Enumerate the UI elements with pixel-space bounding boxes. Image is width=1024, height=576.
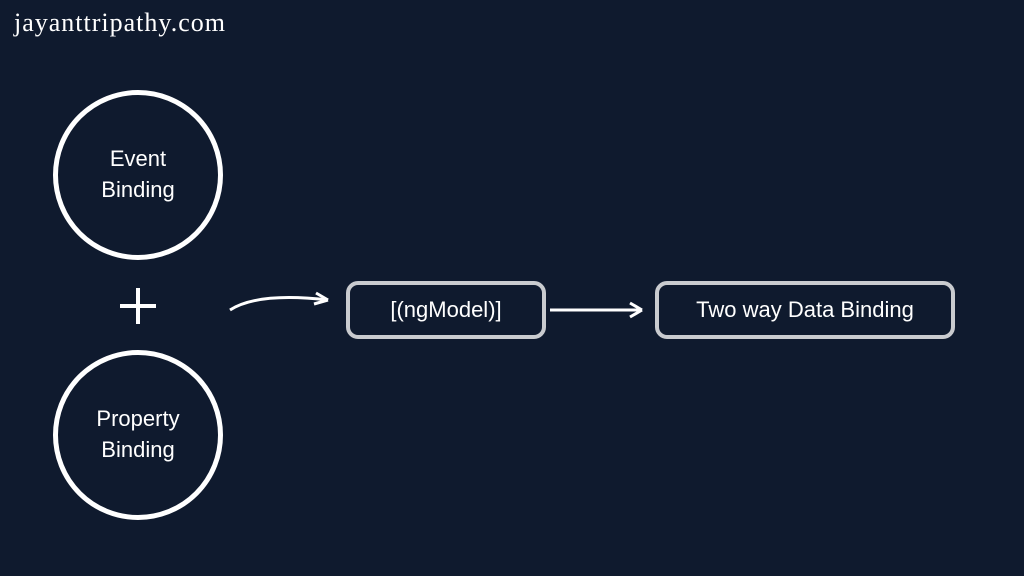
property-binding-line1: Property: [96, 404, 179, 435]
watermark-text: jayanttripathy.com: [14, 8, 226, 38]
event-binding-circle: Event Binding: [53, 90, 223, 260]
arrow-to-twoway: [548, 298, 658, 322]
arrow-to-ngmodel: [228, 280, 348, 320]
property-binding-line2: Binding: [101, 435, 174, 466]
event-binding-line1: Event: [110, 144, 166, 175]
twoway-binding-label: Two way Data Binding: [696, 297, 914, 323]
property-binding-circle: Property Binding: [53, 350, 223, 520]
plus-icon: [120, 288, 156, 324]
ngmodel-box: [(ngModel)]: [346, 281, 546, 339]
ngmodel-label: [(ngModel)]: [390, 297, 501, 323]
event-binding-line2: Binding: [101, 175, 174, 206]
twoway-binding-box: Two way Data Binding: [655, 281, 955, 339]
